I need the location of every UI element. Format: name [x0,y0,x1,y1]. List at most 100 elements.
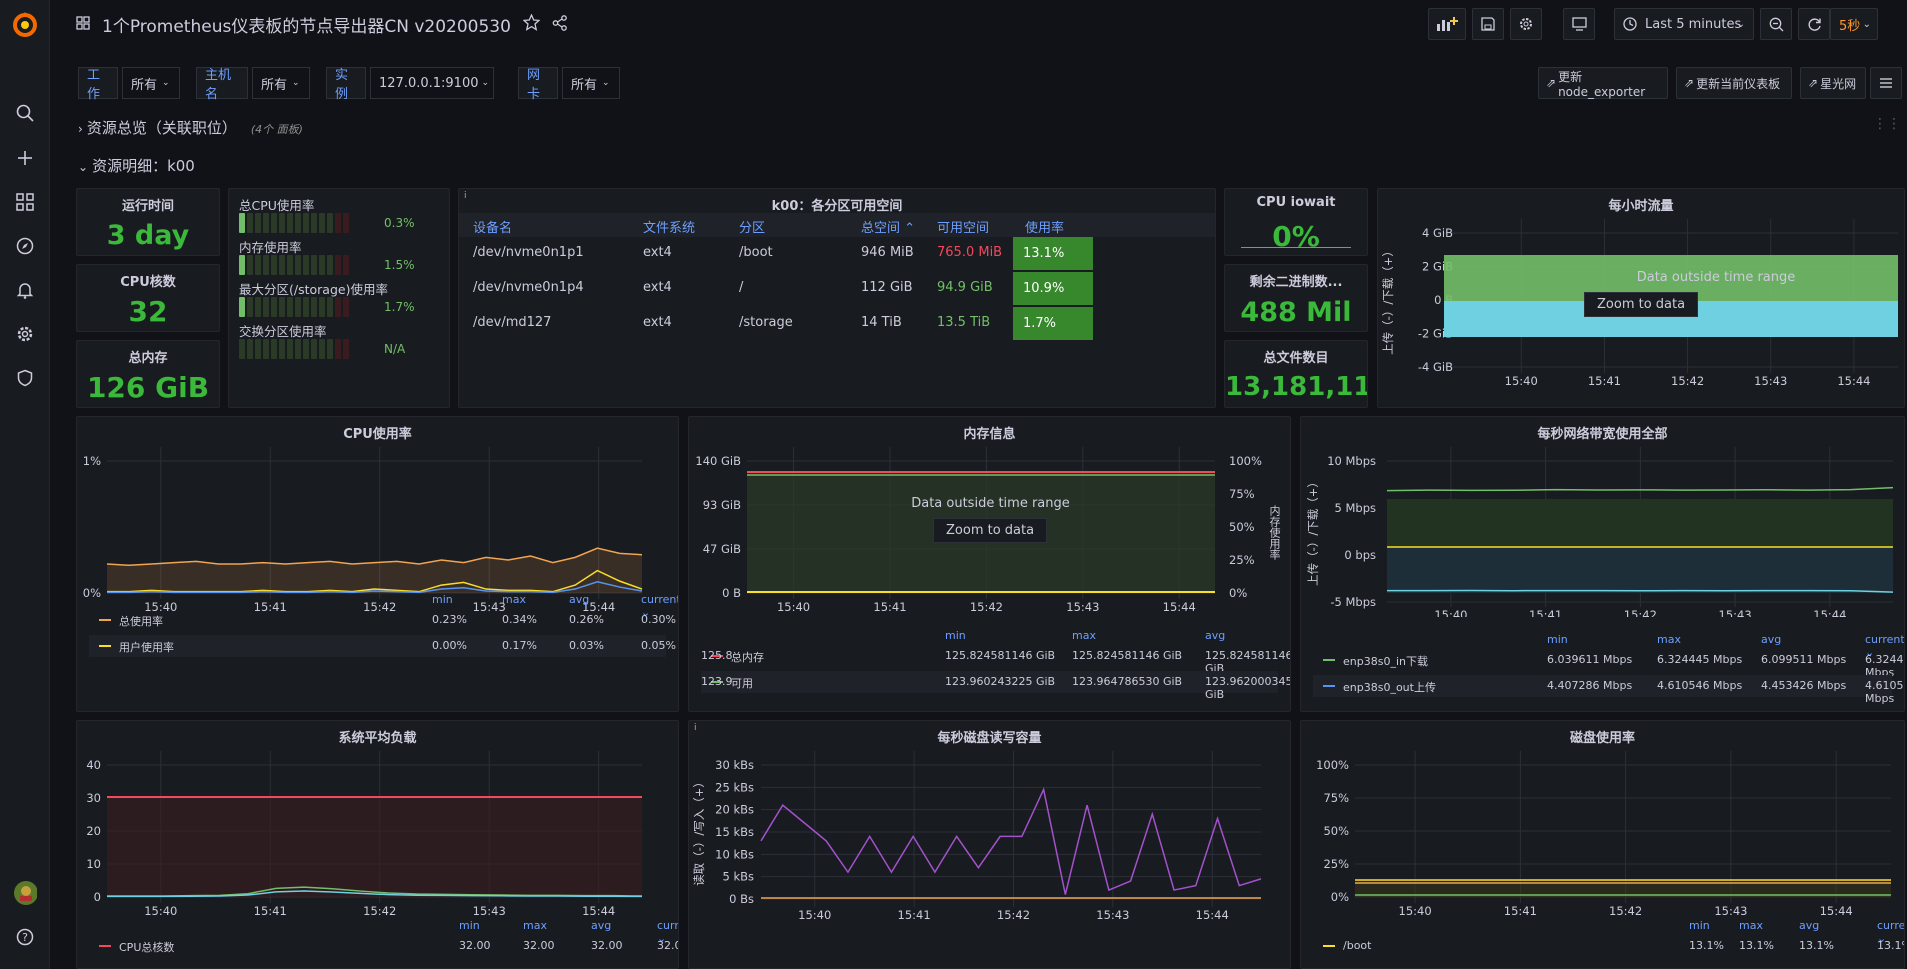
legend-header[interactable]: min [1547,633,1568,646]
drag-handle-icon[interactable]: ⋮⋮ [1873,116,1901,132]
legend-header[interactable]: avg [1799,919,1819,932]
stat-value: 32 [128,295,168,328]
out-area [1387,547,1893,593]
legend-header[interactable]: max [523,919,547,932]
gear-icon[interactable] [13,322,37,346]
panel-title: 运行时间 [121,199,174,214]
row-overview[interactable]: › 资源总览（关联职位） (4个 面板) [78,117,303,138]
panel-cpu-usage[interactable]: CPU使用率 1% 0% 15:40 15:41 15:42 15:43 15:44 min… [76,416,679,712]
x-tick-label: 15:44 [582,904,615,918]
legend-header[interactable]: max [1657,633,1681,646]
panel-total-files[interactable]: 总文件数目 13,181,113 [1224,340,1368,408]
panel-total-mem[interactable]: 总内存 126 GiB [76,340,220,408]
legend-row[interactable]: CPU总核数 32.00 32.00 32.00 32.00 [89,935,678,957]
bar-cell [271,213,277,233]
legend-header[interactable]: min [459,919,480,932]
row-panel-count: (4个 面板) [250,123,303,136]
table-cell: 14 TiB [861,315,902,330]
legend-header[interactable]: avg [1205,629,1225,642]
panel-disk-usage[interactable]: 磁盘使用率 100% 75% 50% 25% 0% 15:40 15:41 15:42 15:4… [1300,720,1905,969]
y-tick-label: 75% [1323,791,1349,805]
shield-icon[interactable] [13,366,37,390]
link-xingguang[interactable]: ⇗ 星光网 [1800,67,1866,99]
row-detail[interactable]: ⌄ 资源明细：k00 [78,155,195,176]
legend-row[interactable]: enp38s0_out上传 4.407286 Mbps 4.610546 Mbps 4… [1313,675,1904,705]
panel-cpu-iowait[interactable]: CPU iowait 0% [1224,188,1368,256]
legend-header[interactable]: min [432,593,453,606]
dashboards-icon[interactable] [13,190,37,214]
panel-cpu-cores[interactable]: CPU核数 32 [76,264,220,332]
table-header-cell[interactable]: 可用空间 [937,217,989,236]
table-header-cell[interactable]: 文件系统 [643,217,695,236]
var-select-nic[interactable]: 所有 ⌄ [562,67,620,99]
legend-row[interactable]: /boot 13.1% 13.1% 13.1% 13.1% [1313,935,1904,957]
menu-button[interactable] [1870,67,1902,99]
bar-cell [319,255,325,275]
legend-header[interactable]: min [1689,919,1710,932]
legend-row[interactable]: 可用 123.960243225 GiB 123.964786530 GiB 123.… [701,671,1290,701]
table-header-cell[interactable]: 设备名 [473,217,512,236]
panel-disk-io[interactable]: i 每秒磁盘读写容量 30 kBs 25 kBs 20 kBs 15 kBs 10 kB… [688,720,1291,969]
search-icon[interactable] [13,101,37,125]
tv-mode-button[interactable] [1563,8,1595,40]
bar-cell [255,213,261,233]
add-panel-button[interactable] [1428,8,1466,40]
panel-load-average[interactable]: 系统平均负载 40 30 20 10 0 15:40 15:41 15:42 15:43 15:4… [76,720,679,969]
save-button[interactable] [1472,8,1504,40]
var-select-instance[interactable]: 127.0.0.1:9100 ⌄ [370,67,494,99]
share-icon[interactable] [552,15,568,34]
time-picker[interactable]: Last 5 minutes ⌄ [1614,8,1754,40]
legend-header[interactable]: avg [1761,633,1781,646]
x-tick-label: 15:40 [798,908,831,922]
panel-swap-free[interactable]: 剩余二进制数... 488 Mil [1224,264,1368,332]
panel-memory[interactable]: 内存信息 140 GiB 93 GiB 47 GiB 0 B 100% 75% 50% 25%… [688,416,1291,712]
var-select-job[interactable]: 所有 ⌄ [122,67,180,99]
table-header-cell[interactable]: 使用率 [1025,217,1064,236]
y-tick-label: 20 [86,824,101,838]
legend-header[interactable]: avg [591,919,611,932]
grafana-logo-icon[interactable] [10,10,40,40]
settings-button[interactable] [1510,8,1542,40]
x-tick-label: 15:41 [1504,904,1537,918]
legend-row[interactable]: 用户使用率 0.00% 0.17% 0.03% 0.05% [89,635,676,657]
bell-icon[interactable] [13,278,37,302]
panel-uptime[interactable]: 运行时间 3 day [76,188,220,256]
y-axis-label: 上传（-）/下载（+） [1306,476,1320,586]
zoom-to-data-button[interactable]: Zoom to data [933,518,1048,543]
page-title[interactable]: 1个Prometheus仪表板的节点导出器CN v20200530 [102,12,511,37]
table-header-cell[interactable]: 分区 [739,217,765,236]
legend-header[interactable]: avg [569,593,589,606]
plus-icon[interactable] [13,146,37,170]
sidebar: ? [0,0,50,969]
panel-hourly-traffic[interactable]: 每小时流量 4 GiB 2 GiB 0 B -2 GiB -4 GiB 15:40 15:4… [1377,188,1905,408]
legend-header[interactable]: max [1739,919,1763,932]
legend-row[interactable]: 总使用率 0.23% 0.34% 0.26% 0.30% [89,609,676,631]
zoom-out-button[interactable] [1760,8,1792,40]
legend-header[interactable]: min [945,629,966,642]
refresh-button[interactable] [1798,8,1830,40]
link-update-node-exporter[interactable]: ⇗ 更新node_exporter [1538,67,1668,99]
star-icon[interactable] [522,13,541,34]
legend-header[interactable]: max [502,593,526,606]
stat-value: 126 GiB [86,371,210,404]
refresh-interval-picker[interactable]: 5秒 ⌄ [1830,8,1878,40]
x-tick-label: 15:44 [1163,600,1196,614]
zoom-to-data-button[interactable]: Zoom to data [1584,292,1699,317]
legend-row[interactable]: enp38s0_in下载 6.039611 Mbps 6.324445 Mbps 6.… [1313,649,1904,679]
help-icon[interactable]: ? [13,925,37,949]
x-tick-label: 15:40 [1434,608,1467,617]
link-update-dashboard[interactable]: ⇗ 更新当前仪表板 [1676,67,1792,99]
legend-header[interactable]: max [1072,629,1096,642]
legend-row[interactable]: 总内存 125.824581146 GiB 125.824581146 GiB 125… [701,645,1290,675]
panel-usage-bars[interactable]: 总CPU使用率 0.3% 内存使用率 1.5% 最大分区(/storage)使用率 1.7… [228,188,450,408]
panel-network[interactable]: 每秒网络带宽使用全部 10 Mbps 5 Mbps 0 bps -5 Mbps 15:4… [1300,416,1905,712]
y-tick-label: 100% [1316,758,1349,772]
bar-cell [335,339,341,359]
explore-icon[interactable] [13,234,37,258]
avatar[interactable] [13,881,37,905]
y2-tick-label: 25% [1229,553,1255,567]
panel-disk-table[interactable]: i k00：各分区可用空间 设备名 文件系统 分区 总空间 ⌃ 可用空间 使用率/dev/… [458,188,1216,408]
table-header-cell[interactable]: 总空间 ⌃ [861,217,915,236]
var-select-hostname[interactable]: 所有 ⌄ [252,67,310,99]
legend-value: 13.1% [1877,939,1904,952]
